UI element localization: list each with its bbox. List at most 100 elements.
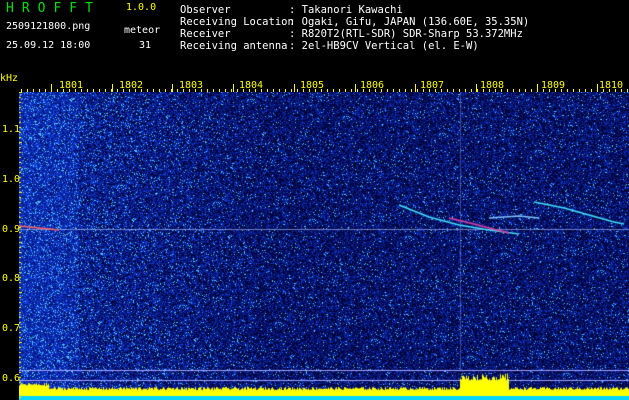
x-tick-label: 1805 [300,80,325,91]
time-major-tick [415,84,416,92]
observer-value: : Takanori Kawachi [289,4,403,16]
time-minor-tick [297,89,298,92]
time-minor-tick [171,89,172,92]
y-tick-label: 1.1 [2,124,21,135]
time-minor-tick [393,89,394,92]
time-minor-tick [507,89,508,92]
frequency-axis-ruler [19,92,22,400]
antenna-value: : 2el-HB9CV Vertical (el. E-W) [289,40,479,52]
app-version: 1.0.0 [126,2,157,13]
time-minor-tick [339,89,340,92]
time-minor-tick [177,89,178,92]
y-axis-unit: kHz [0,73,19,84]
time-minor-tick [597,89,598,92]
time-minor-tick [273,89,274,92]
time-minor-tick [519,89,520,92]
time-minor-tick [105,89,106,92]
time-minor-tick [327,89,328,92]
time-minor-tick [627,89,628,92]
time-minor-tick [231,89,232,92]
antenna-label: Receiving antenna [180,40,288,52]
timestamp: 25.09.12 18:00 [6,40,91,51]
time-minor-tick [525,89,526,92]
time-minor-tick [99,89,100,92]
time-minor-tick [165,89,166,92]
time-minor-tick [453,89,454,92]
time-minor-tick [351,89,352,92]
x-tick-label: 1810 [599,80,624,91]
time-major-tick [233,84,234,92]
time-minor-tick [345,89,346,92]
time-minor-tick [405,89,406,92]
time-minor-tick [33,89,34,92]
time-minor-tick [117,89,118,92]
meteor-count-value: 31 [139,40,152,51]
x-tick-label: 1809 [541,80,566,91]
location-label: Receiving Location [180,16,294,28]
receiver-label: Receiver [180,28,231,40]
time-minor-tick [591,89,592,92]
time-minor-tick [27,89,28,92]
time-minor-tick [51,89,52,92]
observer-label: Observer [180,4,231,16]
time-minor-tick [333,89,334,92]
time-minor-tick [279,89,280,92]
time-minor-tick [147,89,148,92]
time-minor-tick [465,89,466,92]
x-tick-label: 1808 [480,80,505,91]
time-minor-tick [111,89,112,92]
x-tick-label: 1802 [119,80,144,91]
time-minor-tick [459,89,460,92]
spectrogram-canvas [19,78,629,400]
time-minor-tick [39,89,40,92]
x-tick-label: 1807 [420,80,445,91]
time-minor-tick [87,89,88,92]
time-major-tick [172,84,173,92]
file-name: 2509121800.png [6,21,91,32]
time-minor-tick [153,89,154,92]
time-minor-tick [477,89,478,92]
app-name: HROFFT [6,1,101,16]
time-minor-tick [357,89,358,92]
time-minor-tick [399,89,400,92]
time-minor-tick [93,89,94,92]
time-minor-tick [585,89,586,92]
time-minor-tick [567,89,568,92]
time-minor-tick [417,89,418,92]
time-minor-tick [579,89,580,92]
time-minor-tick [207,89,208,92]
x-tick-label: 1803 [179,80,204,91]
y-tick-label: 0.8 [2,273,21,284]
time-minor-tick [513,89,514,92]
time-minor-tick [447,89,448,92]
time-major-tick [294,84,295,92]
time-major-tick [112,84,113,92]
time-minor-tick [573,89,574,92]
time-minor-tick [219,89,220,92]
time-minor-tick [291,89,292,92]
time-minor-tick [267,89,268,92]
y-tick-label: 1.0 [2,174,21,185]
location-value: : Ogaki, Gifu, JAPAN (136.60E, 35.35N) [289,16,530,28]
spectrogram-waterfall [19,78,629,400]
time-minor-tick [225,89,226,92]
time-major-tick [355,84,356,92]
meteor-count-label: meteor [124,25,161,36]
y-tick-label: 0.7 [2,323,21,334]
time-minor-tick [237,89,238,92]
time-minor-tick [213,89,214,92]
receiver-value: : R820T2(RTL-SDR) SDR-Sharp 53.372MHz [289,28,523,40]
y-tick-label: 0.6 [2,373,21,384]
time-minor-tick [285,89,286,92]
time-minor-tick [57,89,58,92]
time-minor-tick [531,89,532,92]
x-tick-label: 1801 [59,80,84,91]
time-minor-tick [471,89,472,92]
x-tick-label: 1806 [360,80,385,91]
y-tick-label: 0.9 [2,224,21,235]
time-minor-tick [537,89,538,92]
time-minor-tick [45,89,46,92]
x-tick-label: 1804 [239,80,264,91]
time-minor-tick [411,89,412,92]
time-minor-tick [159,89,160,92]
